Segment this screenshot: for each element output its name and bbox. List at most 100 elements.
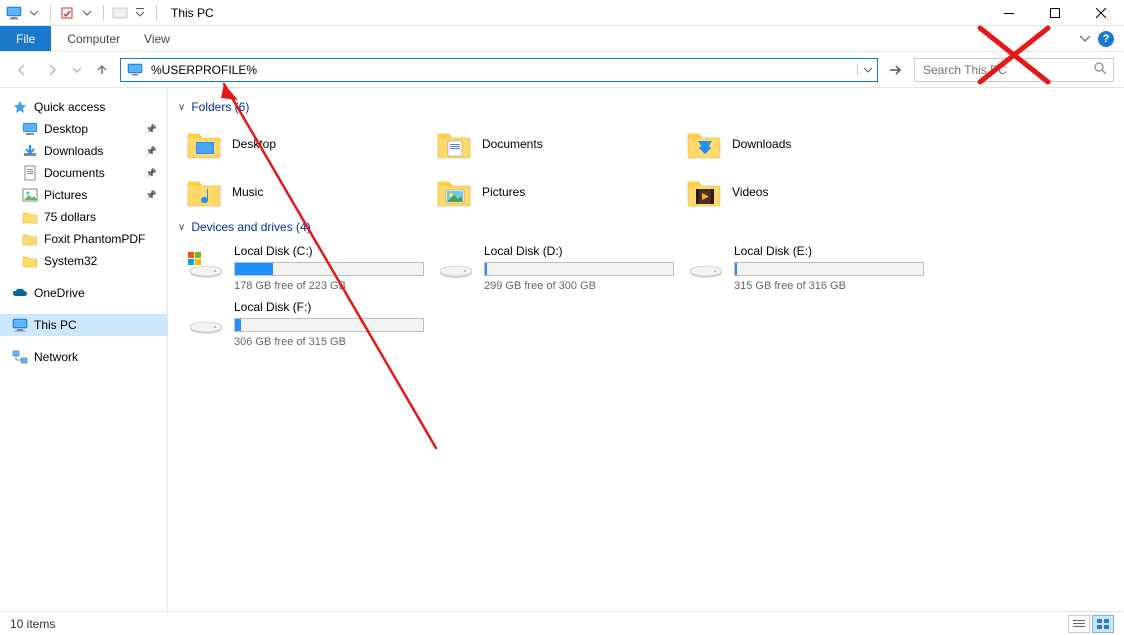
sidebar-item-label: Desktop	[44, 122, 140, 136]
sidebar-quick-access[interactable]: Quick access	[0, 96, 167, 118]
sidebar-onedrive[interactable]: OneDrive	[0, 282, 167, 304]
sidebar-item[interactable]: Downloads 📌	[0, 140, 167, 162]
sidebar-item-label: Foxit PhantomPDF	[44, 232, 157, 246]
drive-icon	[184, 244, 224, 282]
folder-icon	[22, 121, 38, 137]
status-bar: 10 items	[0, 611, 1124, 635]
separator	[103, 5, 104, 21]
folder-item[interactable]: Videos	[678, 168, 928, 216]
separator	[156, 5, 157, 21]
group-label: Folders (6)	[191, 100, 249, 114]
drive-icon	[434, 244, 474, 282]
drive-label: Local Disk (C:)	[234, 244, 424, 258]
minimize-button[interactable]	[986, 0, 1032, 26]
cloud-icon	[12, 285, 28, 301]
folder-icon	[684, 172, 724, 212]
qat-dropdown-icon[interactable]	[26, 5, 42, 21]
folder-icon	[22, 143, 38, 159]
window-title: This PC	[167, 6, 214, 20]
view-tab[interactable]: View	[132, 26, 182, 51]
sidebar-item-label: Downloads	[44, 144, 140, 158]
nav-row	[0, 52, 1124, 88]
address-dropdown-icon[interactable]	[857, 65, 877, 75]
pin-icon: 📌	[146, 168, 157, 179]
sidebar-item[interactable]: Documents📌	[0, 162, 167, 184]
folder-label: Desktop	[232, 137, 276, 151]
content-pane: ∨ Folders (6) Desktop Documents Downloads M…	[168, 88, 1124, 611]
sidebar-item[interactable]: 75 dollars	[0, 206, 167, 228]
drive-icon	[684, 244, 724, 282]
go-button[interactable]	[884, 58, 908, 82]
folder-label: Music	[232, 185, 263, 199]
address-bar[interactable]	[120, 58, 878, 82]
computer-tab[interactable]: Computer	[55, 26, 132, 51]
expand-ribbon-icon[interactable]	[1080, 32, 1090, 46]
pin-icon: 📌	[146, 190, 157, 201]
drive-item[interactable]: Local Disk (D:) 299 GB free of 300 GB	[428, 240, 678, 296]
forward-button[interactable]	[40, 58, 64, 82]
maximize-button[interactable]	[1032, 0, 1078, 26]
status-item-count: 10 items	[10, 617, 55, 631]
chevron-down-icon: ∨	[178, 102, 185, 113]
separator	[50, 5, 51, 21]
address-input[interactable]	[151, 63, 857, 77]
thispc-icon	[12, 317, 28, 333]
folder-icon	[434, 124, 474, 164]
drive-item[interactable]: Local Disk (E:)315 GB free of 316 GB	[678, 240, 928, 296]
folder-label: Videos	[732, 185, 768, 199]
customize-qat-icon[interactable]	[132, 5, 148, 21]
qat-dropdown2-icon[interactable]	[79, 5, 95, 21]
sidebar-label: Network	[34, 350, 157, 364]
drive-usage-bar	[484, 262, 674, 276]
sidebar-item[interactable]: Foxit PhantomPDF	[0, 228, 167, 250]
drive-label: Local Disk (D:)	[484, 244, 674, 258]
folder-icon	[22, 253, 38, 269]
drive-item[interactable]: Local Disk (C:)178 GB free of 223 GB	[178, 240, 428, 296]
close-button[interactable]	[1078, 0, 1124, 26]
help-icon[interactable]: ?	[1098, 31, 1114, 47]
recent-locations-button[interactable]	[70, 58, 84, 82]
drive-icon	[184, 300, 224, 338]
sidebar-this-pc[interactable]: This PC	[0, 314, 167, 336]
properties-icon[interactable]	[59, 5, 75, 21]
folder-icon	[184, 124, 224, 164]
folder-icon	[684, 124, 724, 164]
up-button[interactable]	[90, 58, 114, 82]
details-view-button[interactable]	[1068, 615, 1090, 633]
folder-icon	[184, 172, 224, 212]
folder-item[interactable]: Desktop	[178, 120, 428, 168]
titlebar: This PC	[0, 0, 1124, 26]
drive-free-label: 315 GB free of 316 GB	[734, 280, 924, 292]
sidebar-item[interactable]: Pictures 📌	[0, 184, 167, 206]
folder-item[interactable]: Documents	[428, 120, 678, 168]
folder-label: Documents	[482, 137, 543, 151]
sidebar-network[interactable]: Network	[0, 346, 167, 368]
drive-item[interactable]: Local Disk (F:)306 GB free of 315 GB	[178, 296, 428, 352]
drive-label: Local Disk (F:)	[234, 300, 424, 314]
star-icon	[12, 99, 28, 115]
network-icon	[12, 349, 28, 365]
group-header-folders[interactable]: ∨ Folders (6)	[178, 96, 1114, 120]
drive-usage-bar	[234, 318, 424, 332]
ribbon: File Computer View ?	[0, 26, 1124, 52]
sidebar-item[interactable]: System32	[0, 250, 167, 272]
search-box[interactable]	[914, 58, 1114, 82]
folder-icon	[434, 172, 474, 212]
drive-usage-bar	[734, 262, 924, 276]
folder-icon	[22, 187, 38, 203]
folder-item[interactable]: Music	[178, 168, 428, 216]
group-header-drives[interactable]: ∨ Devices and drives (4)	[178, 216, 1114, 240]
folder-item[interactable]: Pictures	[428, 168, 678, 216]
fileexplorer-icon	[112, 5, 128, 21]
sidebar-item-label: Pictures	[44, 188, 140, 202]
pin-icon: 📌	[146, 146, 157, 157]
drive-free-label: 299 GB free of 300 GB	[484, 280, 674, 292]
search-input[interactable]	[921, 62, 1093, 78]
sidebar-item[interactable]: Desktop📌	[0, 118, 167, 140]
file-tab[interactable]: File	[0, 26, 51, 51]
back-button[interactable]	[10, 58, 34, 82]
large-icons-view-button[interactable]	[1092, 615, 1114, 633]
sidebar-label: OneDrive	[34, 286, 157, 300]
thispc-icon	[6, 5, 22, 21]
folder-item[interactable]: Downloads	[678, 120, 928, 168]
